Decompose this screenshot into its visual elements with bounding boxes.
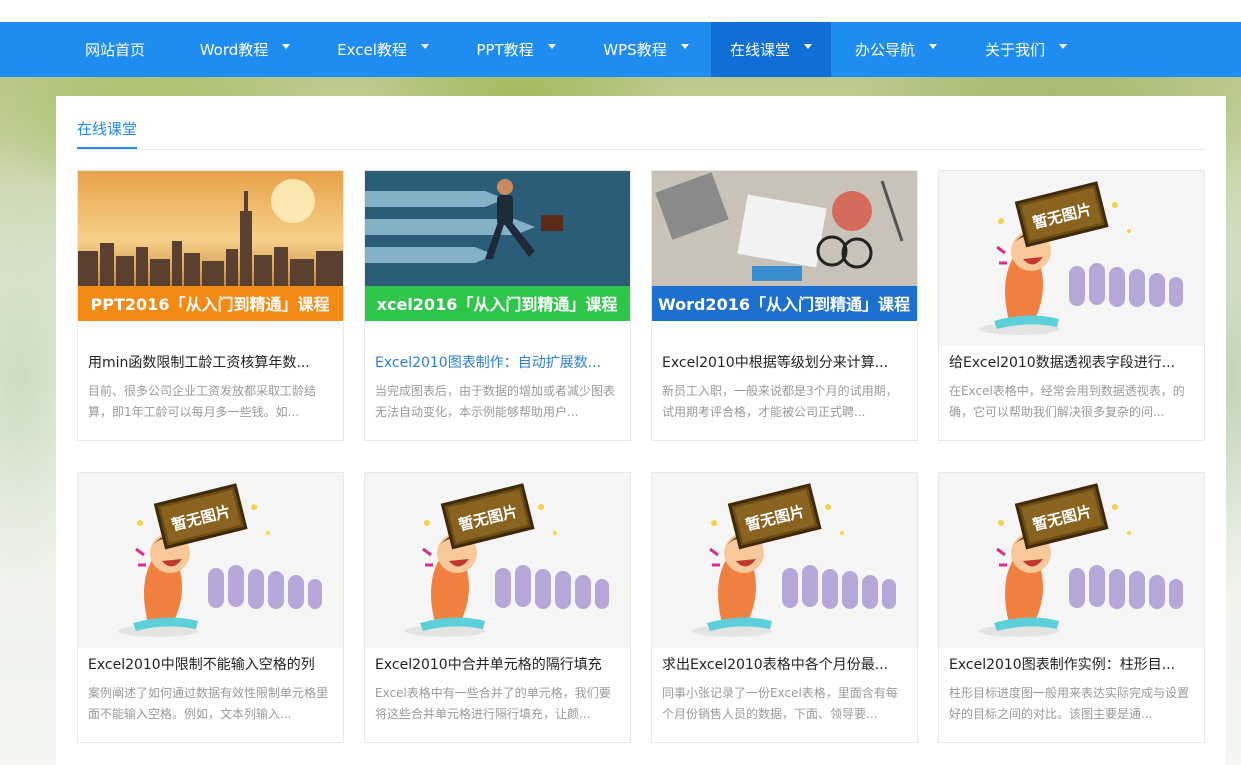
course-description: 案例阐述了如何通过数据有效性限制单元格里面不能输入空格。例如，文本列输入... [88,686,329,721]
course-description: 新员工入职，一般来说都是3个月的试用期，试用期考评合格，才能被公司正式聘... [662,384,898,419]
no-image-placeholder: 暂无图片 [939,171,1204,346]
course-description: 在Excel表格中，经常会用到数据透视表，的确，它可以帮助我们解决很多复杂的问.… [949,384,1185,419]
section-tab-online-class[interactable]: 在线课堂 [77,118,138,149]
course-thumbnail[interactable]: 暂无图片 [939,473,1204,648]
course-description: Excel表格中有一些合并了的单元格，我们要将这些合并单元格进行隔行填充，让颜.… [375,686,611,721]
caret-down-icon [680,44,689,49]
no-image-placeholder: 暂无图片 [365,473,630,648]
nav-item-0[interactable]: 网站首页 [55,22,175,77]
course-card[interactable]: xcel2016「从入门到精通」课程 Excel2010图表制作：自动扩展数..… [364,170,631,441]
top-strip [0,0,1241,22]
nav-item-2[interactable]: Excel教程 [315,22,451,77]
main-nav: 网站首页 Word教程 Excel教程 PPT教程 WPS教程 在线课堂 办公导航 关于我们 [0,22,1241,77]
course-title[interactable]: Excel2010图表制作实例：柱形目... [949,654,1195,674]
course-title[interactable]: 给Excel2010数据透视表字段进行... [949,352,1195,372]
course-thumbnail-image: Word2016「从入门到精通」课程 [652,171,917,321]
course-description: 当完成图表后，由于数据的增加或者减少图表无法自动变化，本示例能够帮助用户... [375,384,616,419]
course-card[interactable]: Word2016「从入门到精通」课程 Excel2010中根据等级划分来计算..… [651,170,918,441]
no-image-placeholder: 暂无图片 [78,473,343,648]
course-card[interactable]: PPT2016「从入门到精通」课程 用min函数限制工龄工资核算年数... 目前、… [77,170,344,441]
course-banner-text: xcel2016「从入门到精通」课程 [377,295,618,314]
course-card[interactable]: 暂无图片 Excel2010图表制作实例：柱形目... 柱形目标进度图一般用来表达… [938,472,1205,743]
nav-item-label: Excel教程 [337,41,407,59]
nav-item-label: WPS教程 [603,41,667,59]
course-banner-text: PPT2016「从入门到精通」课程 [91,295,330,314]
nav-item-3[interactable]: PPT教程 [451,22,581,77]
course-description: 目前、很多公司企业工资发放都采取工龄结算，即1年工龄可以每月多一些钱。如... [88,384,317,419]
nav-item-label: 关于我们 [984,41,1045,59]
course-thumbnail[interactable]: 暂无图片 [78,473,343,648]
nav-item-label: 在线课堂 [729,41,790,59]
nav-item-6[interactable]: 办公导航 [831,22,961,77]
course-thumbnail[interactable]: 暂无图片 [365,473,630,648]
nav-item-label: 办公导航 [854,41,915,59]
course-card[interactable]: 暂无图片 求出Excel2010表格中各个月份最... 同事小张记录了一份Exce… [651,472,918,743]
nav-item-label: 网站首页 [84,41,145,59]
caret-down-icon [804,44,812,49]
course-thumbnail-image: xcel2016「从入门到精通」课程 [365,171,630,321]
nav-item-label: PPT教程 [476,41,534,59]
caret-down-icon [420,44,429,49]
course-thumbnail[interactable]: PPT2016「从入门到精通」课程 [78,171,343,346]
nav-item-4[interactable]: WPS教程 [581,22,711,77]
course-thumbnail[interactable]: 暂无图片 [939,171,1204,346]
course-card[interactable]: 暂无图片 给Excel2010数据透视表字段进行... 在Excel表格中，经常会… [938,170,1205,441]
course-title[interactable]: 用min函数限制工龄工资核算年数... [88,352,334,372]
nav-item-5[interactable]: 在线课堂 [711,22,831,77]
caret-down-icon [929,44,937,49]
course-card[interactable]: 暂无图片 Excel2010中合并单元格的隔行填充 Excel表格中有一些合并了的… [364,472,631,743]
course-description: 柱形目标进度图一般用来表达实际完成与设置好的目标之间的对比。该图主要是通... [949,686,1190,721]
course-title[interactable]: Excel2010中根据等级划分来计算... [662,352,908,372]
caret-down-icon [547,44,556,49]
course-thumbnail[interactable]: xcel2016「从入门到精通」课程 [365,171,630,346]
course-title[interactable]: Excel2010中限制不能输入空格的列 [88,654,334,674]
course-card[interactable]: 暂无图片 Excel2010中限制不能输入空格的列案例阐述了如何通过数据有效性限… [77,472,344,743]
course-title[interactable]: Excel2010中合并单元格的隔行填充 [375,654,621,674]
course-thumbnail[interactable]: Word2016「从入门到精通」课程 [652,171,917,346]
no-image-placeholder: 暂无图片 [652,473,917,648]
caret-down-icon [1059,44,1067,49]
course-title[interactable]: Excel2010图表制作：自动扩展数... [375,352,621,372]
content-panel: 在线课堂 PPT2016「从入门到精通」课程 用min函数限制工龄工资核算年数.… [56,96,1226,765]
course-banner-text: Word2016「从入门到精通」课程 [658,295,910,314]
caret-down-icon [282,44,291,49]
course-thumbnail-image: PPT2016「从入门到精通」课程 [78,171,343,321]
nav-item-label: Word教程 [199,41,269,59]
nav-item-7[interactable]: 关于我们 [961,22,1091,77]
course-thumbnail[interactable]: 暂无图片 [652,473,917,648]
no-image-placeholder: 暂无图片 [939,473,1204,648]
course-title[interactable]: 求出Excel2010表格中各个月份最... [662,654,908,674]
section-divider [77,149,1205,150]
course-description: 同事小张记录了一份Excel表格，里面含有每个月份销售人员的数据，下面、领导要.… [662,686,898,721]
nav-item-1[interactable]: Word教程 [175,22,315,77]
